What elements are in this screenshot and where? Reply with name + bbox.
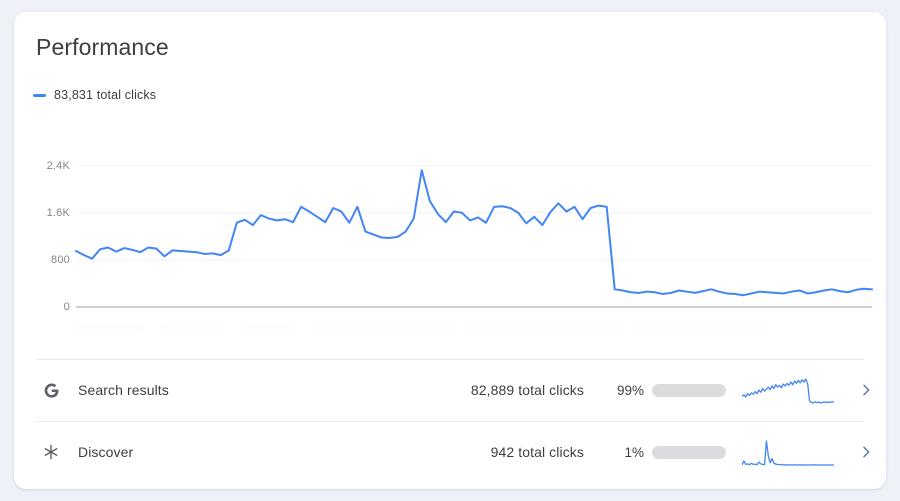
x-axis-label-placeholder: [466, 320, 622, 336]
performance-chart[interactable]: 0 800 1.6K 2.4K: [14, 122, 886, 337]
chevron-right-icon[interactable]: [854, 440, 878, 464]
x-axis-label-placeholder: [160, 322, 218, 336]
x-axis-label-placeholder: [314, 320, 454, 336]
x-axis-label-placeholder: [242, 324, 294, 335]
chart-legend[interactable]: 83,831 total clicks: [33, 86, 156, 104]
performance-card: Performance 83,831 total clicks 0 800 1.6K…: [14, 12, 886, 489]
y-axis-tick: 1.6K: [46, 206, 70, 219]
chevron-right-icon[interactable]: [854, 378, 878, 402]
list-item[interactable]: Discover 942 total clicks 1%: [14, 421, 886, 483]
legend-dash-icon: [33, 93, 46, 97]
google-g-icon: [40, 379, 62, 401]
list-item-progress-bar: [652, 383, 726, 397]
list-item-percent: 1%: [624, 444, 644, 460]
chart-line: [75, 169, 873, 297]
sparkline-path: [742, 441, 834, 465]
list-item-clicks: 942 total clicks: [490, 444, 584, 460]
list-item-label: Search results: [78, 382, 169, 398]
x-axis-label-placeholder: [74, 324, 144, 335]
sparkline-path: [742, 379, 834, 403]
chart-canvas: [75, 165, 873, 308]
y-axis-tick: 800: [51, 253, 70, 266]
y-axis-tick: 2.4K: [46, 159, 70, 172]
list-item-clicks: 82,889 total clicks: [470, 382, 584, 398]
list-item-label: Discover: [78, 444, 134, 460]
discover-asterisk-icon: [40, 441, 62, 463]
list-item-progress-bar: [652, 445, 726, 459]
legend-label: 83,831 total clicks: [54, 88, 157, 102]
x-axis-label-placeholder: [634, 322, 764, 334]
list-item-percent: 99%: [616, 382, 644, 398]
list-item[interactable]: Search results 82,889 total clicks 99%: [14, 359, 886, 421]
list-item-sparkline: [742, 437, 834, 467]
chart-y-axis: 0 800 1.6K 2.4K: [20, 122, 70, 337]
page-title: Performance: [36, 34, 169, 60]
list-item-sparkline: [742, 375, 834, 405]
y-axis-tick: 0: [63, 301, 70, 313]
